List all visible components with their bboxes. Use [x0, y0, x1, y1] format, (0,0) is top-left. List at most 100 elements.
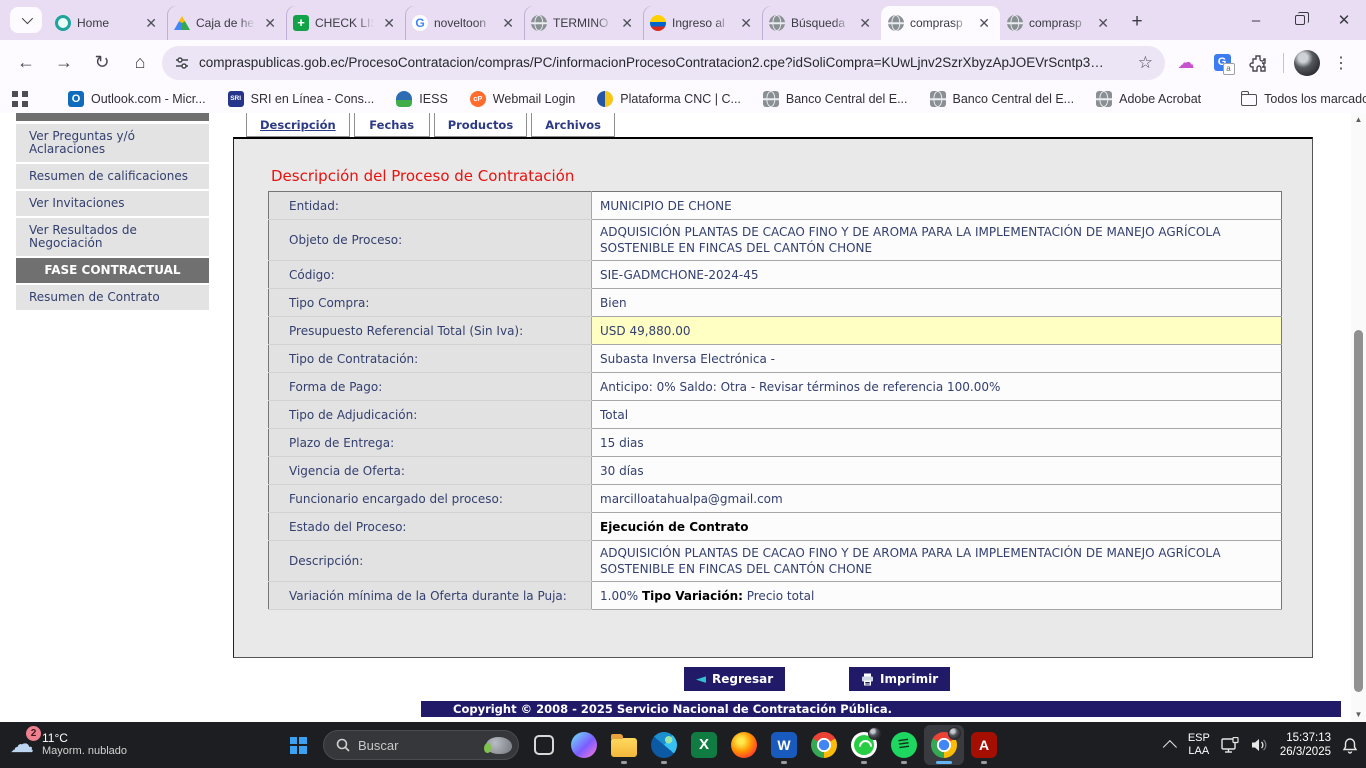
forward-button[interactable]: →: [48, 47, 80, 79]
row-label: Tipo de Adjudicación:: [269, 401, 592, 429]
process-tab[interactable]: Archivos: [531, 113, 615, 137]
taskbar-app-acrobat[interactable]: [964, 725, 1004, 765]
tab-favicon-icon: [412, 15, 428, 31]
tab-close-icon[interactable]: ✕: [499, 15, 517, 31]
bookmark-item[interactable]: IESS: [396, 91, 448, 107]
page-scrollbar[interactable]: ▲ ▼: [1351, 113, 1366, 722]
row-value: 15 dias: [592, 429, 1282, 457]
bookmark-item[interactable]: Outlook.com - Micr...: [68, 91, 206, 107]
tab-favicon-icon: [888, 15, 904, 31]
scroll-up-icon[interactable]: ▲: [1351, 113, 1366, 127]
browser-tab[interactable]: comprasp ✕: [1000, 6, 1119, 40]
process-tab[interactable]: Descripción: [246, 113, 350, 137]
notification-badge: 2: [26, 726, 41, 741]
scrollbar-thumb[interactable]: [1354, 330, 1363, 692]
sidebar-section-header[interactable]: FASE CONTRACTUAL: [16, 258, 209, 283]
app-icon: [571, 732, 597, 758]
hidden-icons-chevron[interactable]: [1163, 740, 1177, 754]
row-value: Total: [592, 401, 1282, 429]
apps-grid-icon[interactable]: [12, 91, 28, 107]
address-bar[interactable]: compraspublicas.gob.ec/ProcesoContrataci…: [162, 46, 1165, 80]
taskbar-app-chrome-2[interactable]: [924, 725, 964, 765]
browser-menu-icon[interactable]: ⋮: [1326, 48, 1356, 78]
scroll-down-icon[interactable]: ▼: [1351, 708, 1366, 722]
app-icon: [611, 738, 637, 757]
bookmark-item[interactable]: SRI en Línea - Cons...: [228, 91, 375, 107]
browser-tab[interactable]: TERMINO ✕: [524, 6, 643, 40]
sidebar-item[interactable]: Ver Preguntas y/ó Aclaraciones: [16, 124, 209, 162]
taskbar-app-chrome[interactable]: [804, 725, 844, 765]
browser-tab[interactable]: noveltoon ✕: [405, 6, 524, 40]
bookmark-item[interactable]: Plataforma CNC | C...: [597, 91, 741, 107]
back-button[interactable]: ←: [10, 47, 42, 79]
tab-close-icon[interactable]: ✕: [142, 15, 160, 31]
row-label: Descripción:: [269, 541, 592, 582]
tab-search-button[interactable]: [10, 7, 42, 33]
process-tab[interactable]: Productos: [434, 113, 527, 137]
volume-icon[interactable]: [1251, 737, 1269, 753]
tab-favicon-icon: [650, 15, 666, 31]
weather-widget[interactable]: ☁ 2 11°C Mayorm. nublado: [10, 727, 127, 761]
site-info-icon[interactable]: [174, 55, 190, 71]
bookmark-star-icon[interactable]: ☆: [1138, 53, 1153, 73]
taskbar-app-copilot[interactable]: [564, 725, 604, 765]
imprimir-button[interactable]: Imprimir: [849, 667, 950, 691]
bookmark-favicon-icon: [597, 91, 613, 107]
new-tab-button[interactable]: +: [1123, 8, 1151, 36]
sidebar-item[interactable]: Ver Invitaciones: [16, 191, 209, 216]
browser-tab[interactable]: Home ✕: [48, 6, 167, 40]
bookmark-item[interactable]: Banco Central del E...: [763, 91, 908, 107]
row-label: Forma de Pago:: [269, 373, 592, 401]
all-bookmarks-button[interactable]: Todos los marcadores: [1241, 92, 1366, 106]
taskbar-app-word[interactable]: [764, 725, 804, 765]
close-button[interactable]: ✕: [1322, 3, 1366, 37]
tab-close-icon[interactable]: ✕: [380, 15, 398, 31]
row-value: 30 días: [592, 457, 1282, 485]
browser-tab[interactable]: Búsqueda ✕: [762, 6, 881, 40]
taskbar-app-whatsapp[interactable]: [844, 725, 884, 765]
sidebar-item[interactable]: Resumen de Contrato: [16, 285, 209, 310]
regresar-button[interactable]: ◄ Regresar: [684, 667, 785, 691]
url-text[interactable]: compraspublicas.gob.ec/ProcesoContrataci…: [199, 55, 1129, 70]
tab-close-icon[interactable]: ✕: [975, 15, 993, 31]
bookmark-item[interactable]: Adobe Acrobat: [1096, 91, 1201, 107]
tab-favicon-icon: [769, 15, 785, 31]
app-icon: [651, 732, 677, 758]
clock[interactable]: 15:37:13 26/3/2025: [1280, 731, 1331, 759]
sidebar-item[interactable]: Resumen de calificaciones: [16, 164, 209, 189]
start-button[interactable]: [278, 725, 318, 765]
reload-button[interactable]: ↻: [86, 47, 118, 79]
bookmark-item[interactable]: Banco Central del E...: [930, 91, 1075, 107]
taskbar-app-edge[interactable]: [644, 725, 684, 765]
taskbar-app-task-view[interactable]: [524, 725, 564, 765]
taskbar-search[interactable]: Buscar: [323, 730, 519, 760]
taskbar-app-file-explorer[interactable]: [604, 725, 644, 765]
notifications-bell-icon[interactable]: [1342, 737, 1358, 754]
translate-icon[interactable]: G: [1207, 48, 1237, 78]
tab-close-icon[interactable]: ✕: [618, 15, 636, 31]
browser-tab[interactable]: comprasp ✕: [881, 6, 1000, 40]
weather-extension-icon[interactable]: ☁: [1171, 48, 1201, 78]
restore-button[interactable]: [1278, 3, 1322, 37]
taskbar-app-excel[interactable]: [684, 725, 724, 765]
language-indicator[interactable]: ESP LAA: [1188, 732, 1210, 758]
home-button[interactable]: ⌂: [124, 47, 156, 79]
minimize-button[interactable]: –: [1234, 3, 1278, 37]
table-row: Vigencia de Oferta: 30 días: [269, 457, 1282, 485]
taskbar-app-spotify[interactable]: [884, 725, 924, 765]
tab-close-icon[interactable]: ✕: [856, 15, 874, 31]
browser-tab[interactable]: Ingreso al ✕: [643, 6, 762, 40]
browser-tab[interactable]: CHECK LIS ✕: [286, 6, 405, 40]
profile-avatar[interactable]: [1294, 50, 1320, 76]
taskbar-app-firefox[interactable]: [724, 725, 764, 765]
bookmark-item[interactable]: Webmail Login: [470, 91, 575, 107]
running-indicator: [981, 761, 987, 764]
sidebar-item[interactable]: Ver Resultados de Negociación: [16, 218, 209, 256]
tab-close-icon[interactable]: ✕: [737, 15, 755, 31]
tab-close-icon[interactable]: ✕: [1094, 15, 1112, 31]
tab-close-icon[interactable]: ✕: [261, 15, 279, 31]
extensions-puzzle-icon[interactable]: [1243, 48, 1273, 78]
process-tab[interactable]: Fechas: [354, 113, 430, 137]
browser-tab[interactable]: Caja de he ✕: [167, 6, 286, 40]
network-icon[interactable]: [1221, 737, 1240, 754]
